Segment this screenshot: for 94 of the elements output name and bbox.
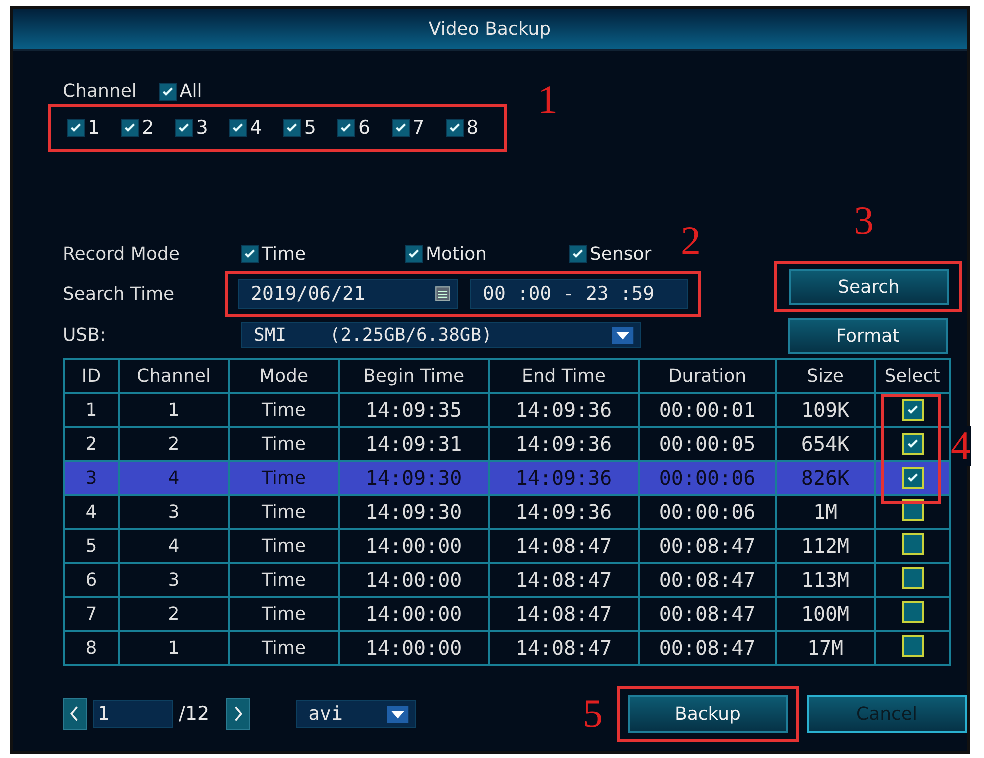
table-row[interactable]: 4 3 Time 14:09:30 14:09:36 00:00:06 1M bbox=[64, 495, 950, 529]
table-cell: 3 bbox=[64, 461, 119, 495]
table-cell: 3 bbox=[119, 495, 229, 529]
table-row[interactable]: 8 1 Time 14:00:00 14:08:47 00:08:47 17M bbox=[64, 631, 950, 665]
table-cell: 14:00:00 bbox=[339, 563, 489, 597]
table-cell: 7 bbox=[64, 597, 119, 631]
column-header: Select bbox=[875, 359, 950, 393]
table-cell: 14:08:47 bbox=[489, 597, 639, 631]
file-format-dropdown[interactable]: avi bbox=[296, 700, 416, 728]
table-cell: 109K bbox=[776, 393, 875, 427]
table-cell: 1M bbox=[776, 495, 875, 529]
table-cell: 00:08:47 bbox=[639, 529, 776, 563]
usb-dropdown[interactable]: SMI (2.25GB/6.38GB) bbox=[241, 322, 641, 348]
annotation-number: 3 bbox=[854, 201, 874, 241]
table-row[interactable]: 5 4 Time 14:00:00 14:08:47 00:08:47 112M bbox=[64, 529, 950, 563]
table-cell: 14:08:47 bbox=[489, 631, 639, 665]
table-cell: Time bbox=[229, 495, 339, 529]
checkbox-label: Time bbox=[262, 244, 306, 264]
table-cell: 00:00:01 bbox=[639, 393, 776, 427]
table-cell: Time bbox=[229, 529, 339, 563]
page-field[interactable]: 1 bbox=[93, 700, 173, 728]
table-cell: 14:00:00 bbox=[339, 597, 489, 631]
table-row[interactable]: 1 1 Time 14:09:35 14:09:36 00:00:01 109K bbox=[64, 393, 950, 427]
checkbox-label: 5 bbox=[304, 117, 316, 139]
table-cell: 1 bbox=[64, 393, 119, 427]
annotation-number: 4 bbox=[951, 426, 971, 466]
checkbox-label: 6 bbox=[358, 117, 371, 139]
table-cell: 113M bbox=[776, 563, 875, 597]
table-cell: 100M bbox=[776, 597, 875, 631]
table-cell: 00:00:06 bbox=[639, 461, 776, 495]
column-header: Mode bbox=[229, 359, 339, 393]
table-row[interactable]: 7 2 Time 14:00:00 14:08:47 00:08:47 100M bbox=[64, 597, 950, 631]
search-time-label: Search Time bbox=[62, 284, 176, 304]
table-cell: 112M bbox=[776, 529, 875, 563]
window-title: Video Backup bbox=[428, 18, 552, 40]
table-cell: 1 bbox=[119, 631, 229, 665]
table-cell: 826K bbox=[776, 461, 875, 495]
date-field[interactable]: 2019/06/21 bbox=[238, 279, 458, 309]
table-cell: 1 bbox=[119, 393, 229, 427]
time-range-field[interactable]: 00 :00 - 23 :59 bbox=[470, 279, 688, 309]
search-button[interactable]: Search bbox=[789, 269, 949, 305]
table-cell: 14:09:35 bbox=[339, 393, 489, 427]
usb-label: USB: bbox=[62, 324, 108, 346]
checkbox-label: All bbox=[180, 81, 202, 102]
checkbox-label: Sensor bbox=[590, 244, 652, 264]
table-cell: Time bbox=[229, 393, 339, 427]
channel-label: Channel bbox=[62, 81, 137, 102]
table-cell: 00:08:47 bbox=[639, 597, 776, 631]
annotation-number: 2 bbox=[681, 221, 701, 261]
page-total: /12 bbox=[179, 703, 210, 725]
table-cell: 14:00:00 bbox=[339, 529, 489, 563]
table-cell: 14:09:36 bbox=[489, 461, 639, 495]
table-cell: 14:08:47 bbox=[489, 529, 639, 563]
table-cell: 6 bbox=[64, 563, 119, 597]
table-cell: 14:09:36 bbox=[489, 495, 639, 529]
column-header: ID bbox=[64, 359, 119, 393]
table-cell: 14:09:36 bbox=[489, 393, 639, 427]
table-cell: 14:09:30 bbox=[339, 495, 489, 529]
table-cell: 2 bbox=[119, 597, 229, 631]
table-cell: 14:08:47 bbox=[489, 563, 639, 597]
table-cell: 4 bbox=[64, 495, 119, 529]
table-cell: 14:09:30 bbox=[339, 461, 489, 495]
table-cell: 4 bbox=[119, 461, 229, 495]
table-cell: 00:08:47 bbox=[639, 631, 776, 665]
column-header: Size bbox=[776, 359, 875, 393]
column-header: Begin Time bbox=[339, 359, 489, 393]
table-cell: Time bbox=[229, 631, 339, 665]
checkbox-label: 4 bbox=[250, 117, 262, 139]
table-cell: Time bbox=[229, 597, 339, 631]
table-cell: 5 bbox=[64, 529, 119, 563]
table-cell: 00:08:47 bbox=[639, 563, 776, 597]
table-cell: 17M bbox=[776, 631, 875, 665]
table-cell: Time bbox=[229, 461, 339, 495]
checkbox-label: 3 bbox=[196, 117, 208, 139]
column-header: End Time bbox=[489, 359, 639, 393]
column-header: Channel bbox=[119, 359, 229, 393]
backup-button[interactable]: Backup bbox=[628, 695, 788, 733]
format-button[interactable]: Format bbox=[788, 318, 948, 354]
column-header: Duration bbox=[639, 359, 776, 393]
checkbox-label: 2 bbox=[142, 117, 154, 139]
table-cell: Time bbox=[229, 563, 339, 597]
table-cell: 3 bbox=[119, 563, 229, 597]
table-cell: 4 bbox=[119, 529, 229, 563]
table-row[interactable]: 6 3 Time 14:00:00 14:08:47 00:08:47 113M bbox=[64, 563, 950, 597]
annotation-number: 1 bbox=[538, 80, 558, 120]
table-cell: 14:00:00 bbox=[339, 631, 489, 665]
table-cell: 00:00:06 bbox=[639, 495, 776, 529]
checkbox-label: Motion bbox=[426, 244, 488, 264]
annotation-number: 5 bbox=[583, 694, 603, 734]
checkbox-label: 7 bbox=[412, 117, 425, 139]
checkbox-label: 8 bbox=[466, 117, 479, 139]
record-mode-label: Record Mode bbox=[62, 244, 181, 264]
table-cell: 8 bbox=[64, 631, 119, 665]
checkbox-label: 1 bbox=[88, 117, 100, 139]
